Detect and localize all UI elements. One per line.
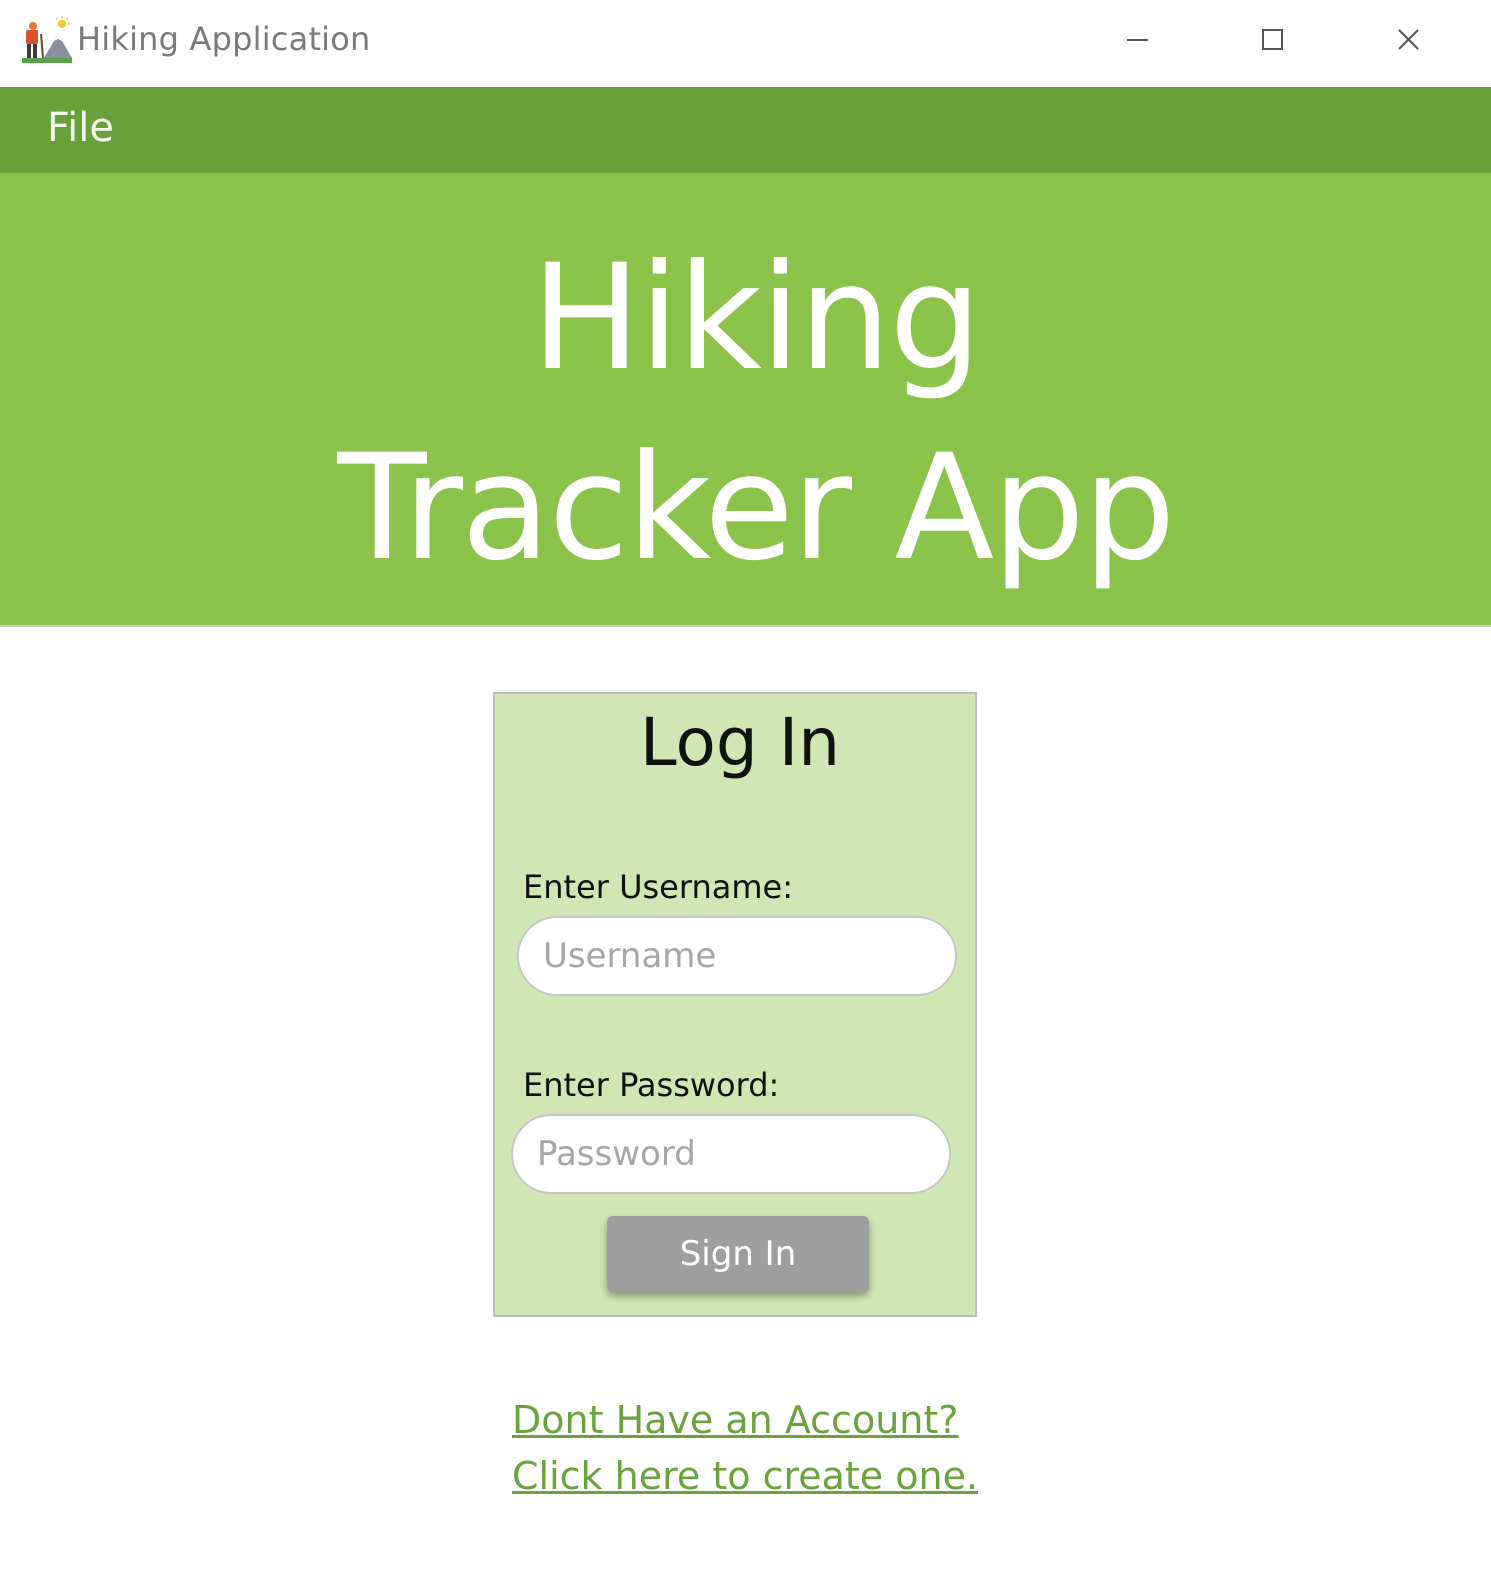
login-panel: Log In Enter Username: Enter Password: S… xyxy=(493,692,977,1317)
window-title: Hiking Application xyxy=(77,20,371,58)
menu-bar: File xyxy=(0,87,1491,173)
username-input[interactable] xyxy=(517,916,957,996)
create-account-link[interactable]: Dont Have an Account? Click here to crea… xyxy=(512,1392,1032,1504)
hiker-mountain-icon xyxy=(22,16,72,66)
banner-title-line1: Hiking xyxy=(531,233,982,403)
login-title: Log In xyxy=(639,704,841,781)
maximize-icon xyxy=(1262,29,1283,50)
header-banner: Hiking Tracker App xyxy=(0,173,1491,627)
close-button[interactable] xyxy=(1379,10,1439,70)
sign-in-button[interactable]: Sign In xyxy=(607,1216,869,1292)
minimize-button[interactable] xyxy=(1108,10,1168,70)
title-bar[interactable]: Hiking Application xyxy=(0,0,1491,87)
banner-title: Hiking Tracker App xyxy=(0,223,1491,603)
minimize-icon xyxy=(1127,39,1148,41)
menu-item-file[interactable]: File xyxy=(47,105,114,151)
banner-title-line2: Tracker App xyxy=(337,423,1175,593)
password-label: Enter Password: xyxy=(523,1066,780,1104)
app-window: Hiking Application File Hiking Tracker A… xyxy=(0,0,1491,1587)
close-icon xyxy=(1398,29,1419,50)
create-account-link-line1[interactable]: Dont Have an Account? xyxy=(512,1392,1032,1448)
password-input[interactable] xyxy=(511,1114,951,1194)
create-account-link-line2[interactable]: Click here to create one. xyxy=(512,1448,1032,1504)
username-label: Enter Username: xyxy=(523,868,793,906)
maximize-button[interactable] xyxy=(1243,10,1303,70)
